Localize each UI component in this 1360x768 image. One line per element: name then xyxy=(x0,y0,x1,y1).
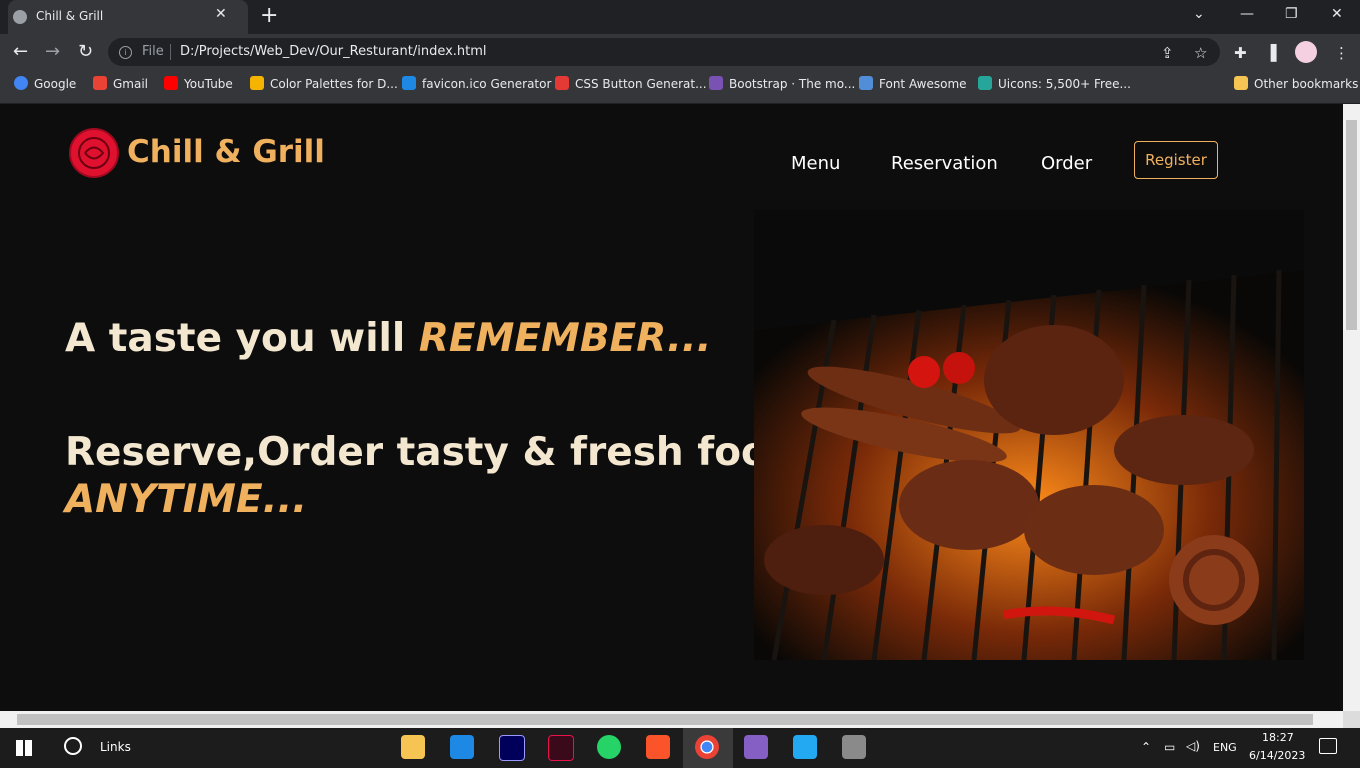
volume-icon[interactable]: ◁) xyxy=(1186,739,1200,753)
clock-time[interactable]: 18:27 xyxy=(1262,731,1294,744)
share-icon[interactable]: ⇪ xyxy=(1161,44,1174,62)
bookmark-uicons[interactable]: Uicons: 5,500+ Free... xyxy=(978,76,1131,91)
bookmark-color-palettes[interactable]: Color Palettes for D... xyxy=(250,76,398,91)
bookmark-google[interactable]: Google xyxy=(14,76,76,91)
bookmark-star-icon[interactable]: ☆ xyxy=(1194,44,1207,62)
valorant-icon[interactable] xyxy=(548,735,574,761)
restore-icon[interactable]: ❐ xyxy=(1285,6,1298,22)
tab-search-icon[interactable]: ⌄ xyxy=(1193,6,1205,22)
scrollbar-corner xyxy=(1343,711,1360,728)
horizontal-scroll-thumb[interactable] xyxy=(17,714,1313,725)
folder-icon xyxy=(1234,76,1248,90)
snipping-tool-icon[interactable] xyxy=(842,735,866,759)
vscode-icon[interactable] xyxy=(793,735,817,759)
vertical-scroll-thumb[interactable] xyxy=(1346,120,1357,330)
other-bookmarks[interactable]: Other bookmarks xyxy=(1234,76,1358,91)
file-scheme-label: File xyxy=(142,44,164,59)
file-explorer-icon[interactable] xyxy=(401,735,425,759)
nav-reservation[interactable]: Reservation xyxy=(891,153,998,174)
windows-start-icon[interactable] xyxy=(16,740,32,756)
reload-icon[interactable]: ↻ xyxy=(78,41,93,62)
hero-accent-anytime: ANYTIME... xyxy=(65,477,308,522)
bookmark-css-button[interactable]: CSS Button Generat... xyxy=(555,76,707,91)
palette-icon xyxy=(250,76,264,90)
menu-dots-icon[interactable]: ⋮ xyxy=(1334,44,1349,62)
bookmark-favicon-generator[interactable]: favicon.ico Generator xyxy=(402,76,551,91)
back-icon[interactable]: ← xyxy=(13,41,28,62)
notifications-icon[interactable] xyxy=(1319,738,1337,754)
bookmark-bootstrap[interactable]: Bootstrap · The mo... xyxy=(709,76,855,91)
new-tab-icon[interactable]: + xyxy=(260,3,278,28)
grill-logo-icon[interactable] xyxy=(69,128,119,178)
network-icon[interactable]: ▭ xyxy=(1164,740,1175,754)
brave-icon[interactable] xyxy=(646,735,670,759)
profile-avatar[interactable] xyxy=(1295,41,1317,63)
uicons-icon xyxy=(978,76,992,90)
language-indicator[interactable]: ENG xyxy=(1213,741,1237,754)
brand-name[interactable]: Chill & Grill xyxy=(127,134,325,170)
windows-taskbar xyxy=(0,728,1360,768)
search-icon[interactable] xyxy=(64,737,82,755)
nav-menu[interactable]: Menu xyxy=(791,153,840,174)
tab-title: Chill & Grill xyxy=(36,9,104,23)
nav-order[interactable]: Order xyxy=(1041,153,1092,174)
side-panel-icon[interactable]: ▐ xyxy=(1265,44,1277,62)
tray-chevron-icon[interactable]: ⌃ xyxy=(1141,740,1151,754)
bookmark-youtube[interactable]: YouTube xyxy=(164,76,233,91)
grilled-meat-image xyxy=(754,210,1304,660)
clock-date[interactable]: 6/14/2023 xyxy=(1249,749,1305,762)
mail-icon[interactable] xyxy=(450,735,474,759)
youtube-icon xyxy=(164,76,178,90)
taskbar-search-label[interactable]: Links xyxy=(100,740,131,754)
bookmark-font-awesome[interactable]: Font Awesome xyxy=(859,76,967,91)
close-window-icon[interactable]: ✕ xyxy=(1331,6,1343,22)
chrome-icon[interactable] xyxy=(695,735,719,759)
info-icon[interactable]: i xyxy=(119,46,132,59)
whatsapp-icon[interactable] xyxy=(597,735,621,759)
hero-tagline: A taste you will REMEMBER... xyxy=(65,316,712,361)
extensions-icon[interactable]: ✚ xyxy=(1234,44,1247,62)
url-text[interactable]: D:/Projects/Web_Dev/Our_Resturant/index.… xyxy=(180,44,487,59)
close-tab-icon[interactable]: ✕ xyxy=(215,6,227,22)
visual-studio-icon[interactable] xyxy=(744,735,768,759)
css-star-icon xyxy=(555,76,569,90)
hero-subtitle: Reserve,Order tasty & fresh food xyxy=(65,430,796,475)
favicon-icon xyxy=(402,76,416,90)
flag-icon xyxy=(859,76,873,90)
register-button[interactable]: Register xyxy=(1134,141,1218,179)
google-icon xyxy=(14,76,28,90)
gmail-icon xyxy=(93,76,107,90)
bootstrap-icon xyxy=(709,76,723,90)
forward-icon[interactable]: → xyxy=(45,41,60,62)
hero-accent-remember: REMEMBER... xyxy=(418,316,712,361)
bookmark-gmail[interactable]: Gmail xyxy=(93,76,148,91)
globe-icon xyxy=(13,10,27,24)
premiere-pro-icon[interactable] xyxy=(499,735,525,761)
minimize-icon[interactable]: — xyxy=(1240,6,1254,22)
url-separator xyxy=(170,44,171,60)
